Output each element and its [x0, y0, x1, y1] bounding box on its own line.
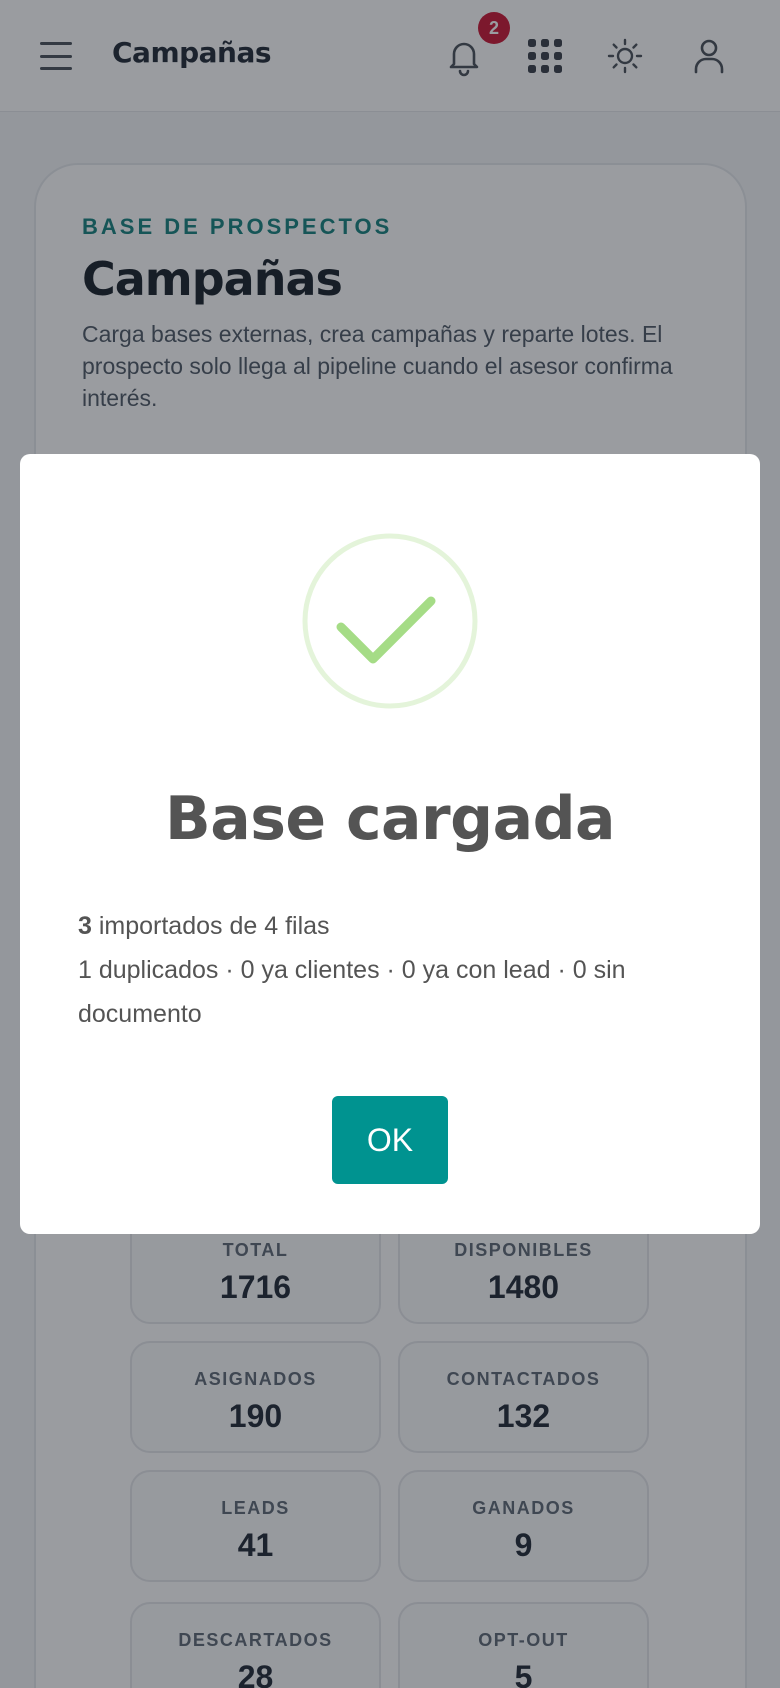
import-details: 1 duplicados · 0 ya clientes · 0 ya con … — [78, 956, 626, 1028]
import-summary: 3 importados de 4 filas — [78, 904, 698, 948]
dialog-body: 3 importados de 4 filas 1 duplicados · 0… — [78, 904, 698, 1036]
success-check-icon — [301, 532, 479, 710]
dialog-title: Base cargada — [164, 784, 616, 854]
imported-count: 3 — [78, 912, 92, 940]
imported-text: importados de 4 filas — [91, 912, 330, 940]
ok-button[interactable]: OK — [332, 1096, 448, 1184]
success-dialog: Base cargada 3 importados de 4 filas 1 d… — [20, 454, 760, 1234]
